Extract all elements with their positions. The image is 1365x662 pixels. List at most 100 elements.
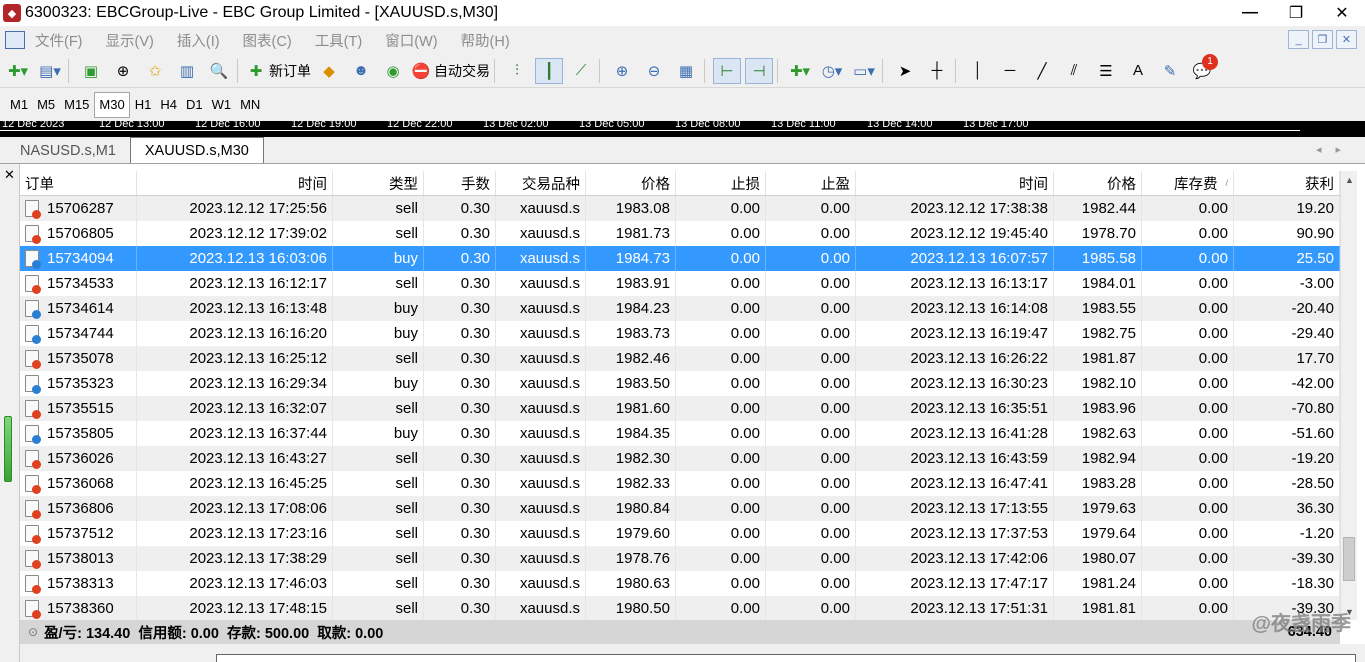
periods-button[interactable]: ◷▾ bbox=[818, 58, 846, 84]
horizontal-line-button[interactable]: ─ bbox=[996, 58, 1024, 84]
mdi-minimize-button[interactable]: _ bbox=[1288, 30, 1309, 49]
mdi-close-button[interactable]: ✕ bbox=[1336, 30, 1357, 49]
table-row[interactable]: 15738313 2023.12.13 17:46:03 sell 0.30 xauus… bbox=[20, 571, 1340, 596]
menu-view[interactable]: 显示(V) bbox=[106, 30, 154, 51]
close-button[interactable]: ✕ bbox=[1319, 0, 1365, 26]
table-row[interactable]: 15738013 2023.12.13 17:38:29 sell 0.30 xauus… bbox=[20, 546, 1340, 571]
col-symbol[interactable]: 交易品种 bbox=[496, 171, 586, 195]
metaeditor-button[interactable]: ◆ bbox=[315, 58, 343, 84]
signals-button[interactable]: ◉ bbox=[379, 58, 407, 84]
candlestick-button[interactable]: ┃ bbox=[535, 57, 563, 84]
table-row[interactable]: 15706805 2023.12.12 17:39:02 sell 0.30 xauus… bbox=[20, 221, 1340, 246]
navigator-button[interactable]: ✩ bbox=[141, 58, 169, 84]
col-profit[interactable]: 获利 bbox=[1234, 171, 1340, 195]
tf-w1[interactable]: W1 bbox=[208, 92, 236, 118]
bar-chart-button[interactable]: ⫶ bbox=[503, 58, 531, 84]
menu-help[interactable]: 帮助(H) bbox=[461, 30, 510, 51]
tf-m1[interactable]: M1 bbox=[6, 92, 32, 118]
tf-h4[interactable]: H4 bbox=[156, 92, 181, 118]
close-terminal-icon[interactable]: ✕ bbox=[4, 167, 15, 183]
cell-symbol: xauusd.s bbox=[496, 371, 586, 396]
terminal-label-grip[interactable] bbox=[4, 416, 12, 482]
document-icon[interactable] bbox=[5, 31, 25, 49]
menu-file[interactable]: 文件(F) bbox=[35, 30, 83, 51]
tf-m30[interactable]: M30 bbox=[94, 91, 130, 118]
table-row[interactable]: 15736806 2023.12.13 17:08:06 sell 0.30 xauus… bbox=[20, 496, 1340, 521]
tab-nasusd[interactable]: NASUSD.s,M1 bbox=[6, 139, 130, 163]
menu-window[interactable]: 窗口(W) bbox=[385, 30, 437, 51]
tab-scroll-arrows[interactable]: ◂▸ bbox=[1316, 143, 1355, 156]
cell-sl: 0.00 bbox=[676, 321, 766, 346]
tf-mn[interactable]: MN bbox=[236, 92, 264, 118]
table-row[interactable]: 15734744 2023.12.13 16:16:20 buy 0.30 xauusd… bbox=[20, 321, 1340, 346]
indicators-button[interactable]: ✚▾ bbox=[786, 58, 814, 84]
cell-close-price: 1979.64 bbox=[1054, 521, 1142, 546]
table-row[interactable]: 15735323 2023.12.13 16:29:34 buy 0.30 xauusd… bbox=[20, 371, 1340, 396]
table-row[interactable]: 15734614 2023.12.13 16:13:48 buy 0.30 xauusd… bbox=[20, 296, 1340, 321]
strategy-tester-button[interactable]: 🔍 bbox=[205, 58, 233, 84]
table-row[interactable]: 15736026 2023.12.13 16:43:27 sell 0.30 xauus… bbox=[20, 446, 1340, 471]
zoom-in-button[interactable]: ⊕ bbox=[608, 58, 636, 84]
table-row[interactable]: 15738360 2023.12.13 17:48:15 sell 0.30 xauus… bbox=[20, 596, 1340, 621]
table-row[interactable]: 15735805 2023.12.13 16:37:44 buy 0.30 xauusd… bbox=[20, 421, 1340, 446]
market-watch-button[interactable]: ▣ bbox=[77, 58, 105, 84]
new-order-button[interactable]: ✚ 新订单 bbox=[246, 58, 311, 84]
mdi-restore-button[interactable]: ❐ bbox=[1312, 30, 1333, 49]
table-row[interactable]: 15734533 2023.12.13 16:12:17 sell 0.30 xauus… bbox=[20, 271, 1340, 296]
data-window-button[interactable]: ⊕ bbox=[109, 58, 137, 84]
table-row[interactable]: 15737512 2023.12.13 17:23:16 sell 0.30 xauus… bbox=[20, 521, 1340, 546]
col-swap[interactable]: 库存费 / bbox=[1142, 171, 1234, 195]
cell-text: 0.00 bbox=[1198, 200, 1228, 217]
vertical-scrollbar[interactable]: ▲ ▼ bbox=[1340, 171, 1357, 620]
table-row[interactable]: 15736068 2023.12.13 16:45:25 sell 0.30 xauus… bbox=[20, 471, 1340, 496]
templates-button[interactable]: ▭▾ bbox=[850, 58, 878, 84]
col-close-time[interactable]: 时间 bbox=[856, 171, 1054, 195]
cell-profit: -39.30 bbox=[1234, 546, 1340, 571]
table-row[interactable]: 15706287 2023.12.12 17:25:56 sell 0.30 xauus… bbox=[20, 196, 1340, 221]
tf-d1[interactable]: D1 bbox=[182, 92, 207, 118]
auto-trading-button[interactable]: ⛔ 自动交易 bbox=[411, 58, 490, 84]
profiles-button[interactable]: ▤▾ bbox=[36, 58, 64, 84]
minimize-button[interactable]: — bbox=[1227, 0, 1273, 26]
terminal-button[interactable]: ▥ bbox=[173, 58, 201, 84]
col-type[interactable]: 类型 bbox=[333, 171, 424, 195]
scroll-up-icon[interactable]: ▲ bbox=[1341, 171, 1358, 188]
menu-tools[interactable]: 工具(T) bbox=[315, 30, 363, 51]
col-close-price[interactable]: 价格 bbox=[1054, 171, 1142, 195]
cursor-button[interactable]: ➤ bbox=[891, 58, 919, 84]
tile-windows-button[interactable]: ▦ bbox=[672, 58, 700, 84]
text-label-button[interactable]: ✎ bbox=[1156, 58, 1184, 84]
zoom-out-button[interactable]: ⊖ bbox=[640, 58, 668, 84]
table-row[interactable]: 15735515 2023.12.13 16:32:07 sell 0.30 xauus… bbox=[20, 396, 1340, 421]
community-button[interactable]: ☻ bbox=[347, 58, 375, 84]
vertical-line-button[interactable]: │ bbox=[964, 58, 992, 84]
autoscroll-button[interactable]: ⊢ bbox=[713, 57, 741, 84]
maximize-button[interactable]: ❐ bbox=[1273, 0, 1319, 26]
col-open-price[interactable]: 价格 bbox=[586, 171, 676, 195]
tf-m5[interactable]: M5 bbox=[33, 92, 59, 118]
col-lots[interactable]: 手数 bbox=[424, 171, 496, 195]
menu-insert[interactable]: 插入(I) bbox=[177, 30, 220, 51]
tf-h1[interactable]: H1 bbox=[131, 92, 156, 118]
menu-charts[interactable]: 图表(C) bbox=[243, 30, 292, 51]
col-sl[interactable]: 止损 bbox=[676, 171, 766, 195]
tf-m15[interactable]: M15 bbox=[60, 92, 93, 118]
equidistant-channel-button[interactable]: ⫽ bbox=[1060, 58, 1088, 84]
line-chart-button[interactable]: ⟋ bbox=[567, 58, 595, 84]
col-tp[interactable]: 止盈 bbox=[766, 171, 856, 195]
trendline-button[interactable]: ╱ bbox=[1028, 58, 1056, 84]
tab-xauusd[interactable]: XAUUSD.s,M30 bbox=[129, 137, 264, 163]
new-chart-button[interactable]: ✚▾ bbox=[4, 58, 32, 84]
table-row[interactable]: 15735078 2023.12.13 16:25:12 sell 0.30 xauus… bbox=[20, 346, 1340, 371]
crosshair-button[interactable]: ┼ bbox=[923, 58, 951, 84]
notifications-button[interactable]: 💬 1 bbox=[1188, 53, 1218, 84]
fibonacci-button[interactable]: ☰ bbox=[1092, 58, 1120, 84]
table-row[interactable]: 15734094 2023.12.13 16:03:06 buy 0.30 xauusd… bbox=[20, 246, 1340, 271]
chart-shift-button[interactable]: ⊣ bbox=[745, 57, 773, 84]
text-button[interactable]: A bbox=[1124, 58, 1152, 84]
scroll-thumb[interactable] bbox=[1343, 537, 1355, 581]
col-open-time[interactable]: 时间 bbox=[137, 171, 333, 195]
summary-icon: ⊙ bbox=[28, 625, 39, 639]
cell-open-price: 1983.08 bbox=[586, 196, 676, 221]
col-order[interactable]: 订单 bbox=[20, 171, 137, 195]
